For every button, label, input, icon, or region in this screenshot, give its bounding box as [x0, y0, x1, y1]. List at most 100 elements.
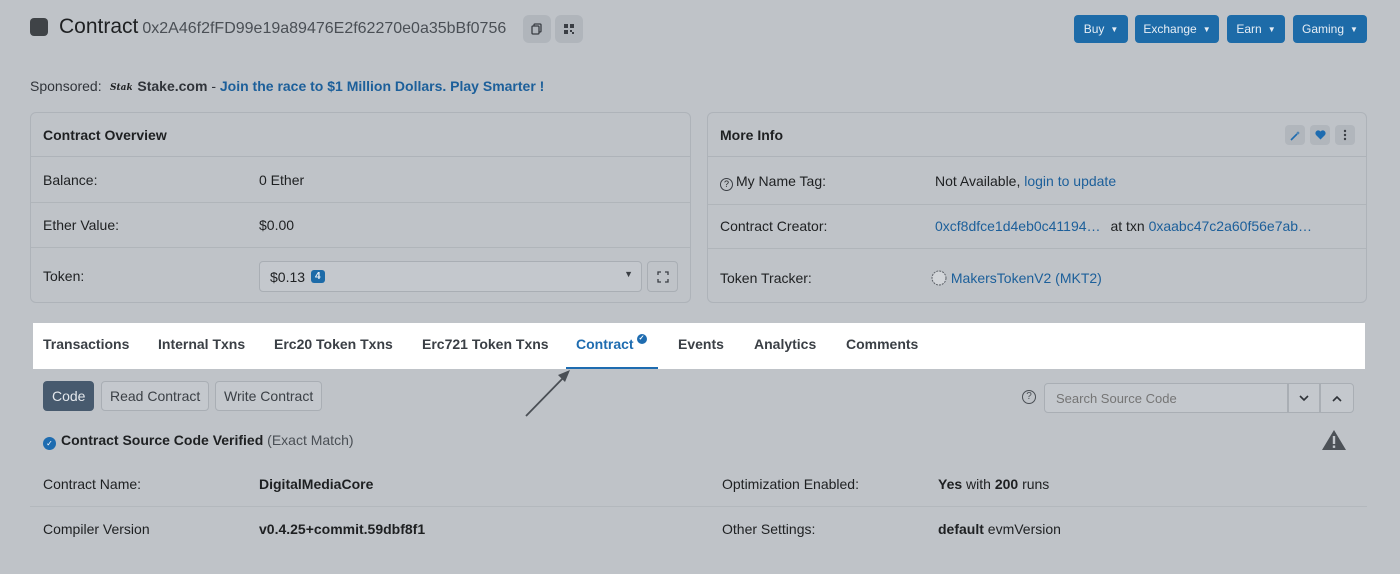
nav-gaming-button[interactable]: Gaming ▼ [1293, 15, 1367, 43]
favorite-button[interactable] [1310, 125, 1330, 145]
nav-exchange-label: Exchange [1143, 22, 1197, 36]
token-label: Token: [43, 268, 85, 284]
creator-value-wrap: 0xcf8dfce1d4eb0c41194… at txn 0xaabc47c2… [935, 205, 1312, 248]
verified-status: ✓ Contract Source Code Verified (Exact Ma… [43, 432, 354, 450]
balance-value: 0 Ether [259, 172, 305, 188]
sponsored-banner: Sponsored: Stake Stake.com - Join the ra… [30, 78, 544, 94]
verified-title: Contract Source Code Verified [61, 432, 264, 448]
annotation-arrow-icon [525, 370, 570, 417]
token-logo-icon [931, 270, 947, 286]
nav-buy-button[interactable]: Buy ▼ [1074, 15, 1128, 43]
balance-label: Balance: [43, 172, 98, 188]
more-options-button[interactable] [1335, 125, 1355, 145]
stake-logo-icon: Stake [110, 83, 139, 93]
warning-icon[interactable] [1320, 428, 1348, 452]
ether-value-label: Ether Value: [43, 217, 120, 233]
nav-earn-label: Earn [1236, 22, 1262, 36]
ether-value: $0.00 [259, 217, 295, 233]
code-subtab[interactable]: Code [43, 381, 95, 411]
tab-contract[interactable]: Contract ✓ [566, 323, 658, 369]
search-source-code-input[interactable] [1044, 383, 1288, 413]
other-settings-value: default evmVersion [938, 521, 1061, 537]
creator-txn-link[interactable]: 0xaabc47c2a60f56e7ab… [1149, 218, 1312, 234]
search-next-button[interactable] [1288, 383, 1320, 413]
other-settings-default: default [938, 521, 984, 537]
divider [30, 506, 1367, 507]
more-vertical-icon [1343, 129, 1347, 141]
more-info-card: More Info ? My Name Tag: Not Available, l… [707, 112, 1367, 303]
tab-comments[interactable]: Comments [846, 323, 918, 369]
contract-name-value: DigitalMediaCore [259, 476, 374, 492]
nav-buy-label: Buy [1083, 22, 1105, 36]
at-txn-label: at txn [1110, 218, 1145, 234]
contract-overview-card: Contract Overview Balance: 0 Ether Ether… [30, 112, 691, 303]
contract-address: 0x2A46f2fFD99e19a89476E2f62270e0a35bBf07… [142, 20, 507, 37]
sponsored-label: Sponsored: [30, 78, 102, 94]
nav-gaming-label: Gaming [1302, 22, 1345, 36]
chevron-down-icon: ▼ [624, 269, 633, 279]
copy-address-button[interactable] [523, 15, 551, 43]
verified-check-icon: ✓ [43, 437, 56, 450]
optimization-label: Optimization Enabled: [722, 476, 859, 492]
tab-events[interactable]: Events [678, 323, 724, 369]
read-contract-subtab[interactable]: Read Contract [101, 381, 210, 411]
name-tag-row: ? My Name Tag: Not Available, login to up… [708, 158, 1366, 205]
edit-button[interactable] [1285, 125, 1305, 145]
qr-code-icon [564, 24, 574, 34]
optimization-yes: Yes [938, 476, 963, 492]
sponsor-link[interactable]: Join the race to $1 Million Dollars. Pla… [220, 78, 544, 94]
compiler-value: v0.4.25+commit.59dbf8f1 [259, 521, 426, 537]
page-title: Contract 0x2A46f2fFD99e19a89476E2f62270e0… [59, 15, 506, 39]
tracker-value-wrap: MakersTokenV2 (MKT2) [931, 249, 1102, 307]
creator-address-link[interactable]: 0xcf8dfce1d4eb0c41194… [935, 218, 1101, 234]
expand-token-button[interactable] [647, 261, 678, 292]
optimization-suffix: runs [1018, 476, 1050, 492]
card-title: Contract Overview [31, 113, 690, 157]
ether-value-row: Ether Value: $0.00 [31, 203, 690, 248]
optimization-with: with [962, 476, 995, 492]
contract-name-label: Contract Name: [43, 476, 142, 492]
expand-icon [656, 270, 669, 283]
chevron-down-icon: ▼ [1350, 24, 1358, 34]
chevron-up-icon [1332, 395, 1342, 402]
name-tag-value: Not Available, [935, 173, 1021, 189]
tab-erc721-token-txns[interactable]: Erc721 Token Txns [422, 323, 549, 369]
optimization-value: Yes with 200 runs [938, 476, 1049, 492]
creator-label: Contract Creator: [720, 218, 828, 234]
verified-check-icon: ✓ [636, 334, 647, 344]
sponsor-brand[interactable]: Stake.com [137, 78, 207, 94]
token-tracker-link[interactable]: MakersTokenV2 (MKT2) [951, 270, 1102, 286]
nav-exchange-button[interactable]: Exchange ▼ [1135, 15, 1219, 43]
copy-icon [531, 23, 542, 35]
svg-text:Stake: Stake [110, 83, 132, 92]
compiler-label: Compiler Version [43, 521, 150, 537]
nav-earn-button[interactable]: Earn ▼ [1227, 15, 1285, 43]
tab-analytics[interactable]: Analytics [754, 323, 816, 369]
tab-internal-txns[interactable]: Internal Txns [158, 323, 245, 369]
tracker-label: Token Tracker: [720, 270, 812, 286]
other-settings-suffix: evmVersion [983, 521, 1061, 537]
tab-erc20-token-txns[interactable]: Erc20 Token Txns [274, 323, 393, 369]
search-prev-button[interactable] [1320, 383, 1354, 413]
tab-bar: Transactions Internal Txns Erc20 Token T… [33, 323, 1365, 369]
qr-code-button[interactable] [555, 15, 583, 43]
card-title: More Info [708, 113, 1366, 157]
tab-transactions[interactable]: Transactions [43, 323, 129, 369]
contract-icon [30, 18, 48, 36]
chevron-down-icon [1299, 394, 1309, 401]
other-settings-label: Other Settings: [722, 521, 816, 537]
magic-wand-icon [1289, 130, 1300, 141]
token-count-badge: 4 [311, 270, 325, 283]
balance-row: Balance: 0 Ether [31, 158, 690, 203]
help-icon: ? [720, 178, 733, 191]
sponsor-separator: - [207, 78, 220, 94]
name-tag-label-wrap: ? My Name Tag: [720, 158, 826, 204]
help-icon[interactable]: ? [1022, 390, 1036, 404]
chevron-down-icon: ▼ [1202, 24, 1211, 34]
token-dropdown[interactable]: $0.13 4 ▼ [259, 261, 642, 292]
write-contract-subtab[interactable]: Write Contract [215, 381, 323, 411]
tab-contract-label: Contract [576, 336, 634, 352]
optimization-runs: 200 [994, 476, 1019, 492]
login-to-update-link[interactable]: login to update [1024, 173, 1116, 189]
token-value: $0.13 [270, 268, 306, 285]
